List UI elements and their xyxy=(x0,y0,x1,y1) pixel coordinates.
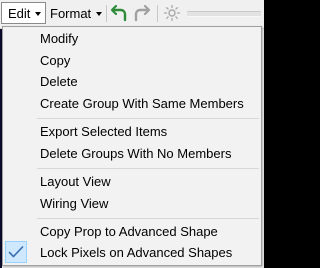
menu-separator xyxy=(37,168,259,169)
menu-item-label: Delete Groups With No Members xyxy=(40,145,232,161)
menu-item-label: Create Group With Same Members xyxy=(40,95,244,111)
format-menu-button[interactable]: Format xyxy=(48,2,103,24)
undo-icon[interactable] xyxy=(110,4,128,22)
menu-item-export-selected-items[interactable]: Export Selected Items xyxy=(5,121,259,141)
menu-item-label: Modify xyxy=(40,30,79,46)
brightness-icon xyxy=(163,4,181,22)
menu-separator xyxy=(37,218,259,219)
chevron-down-icon xyxy=(96,12,103,16)
menu-item-label: Export Selected Items xyxy=(40,123,168,139)
menu-item-label: Copy xyxy=(40,52,71,68)
chevron-down-icon xyxy=(35,12,42,16)
menu-item-wiring-view[interactable]: Wiring View xyxy=(5,193,259,213)
edit-menu-label: Edit xyxy=(8,5,31,21)
brightness-slider[interactable] xyxy=(187,11,261,17)
toolbar: Edit Format xyxy=(0,0,264,29)
menu-item-modify[interactable]: Modify xyxy=(5,28,259,48)
menu-separator xyxy=(37,118,259,119)
menu-item-label: Lock Pixels on Advanced Shapes xyxy=(40,244,233,260)
toolbar-separator xyxy=(106,5,107,22)
format-menu-label: Format xyxy=(50,5,92,21)
edit-menu-button[interactable]: Edit xyxy=(1,2,46,24)
app-window: Edit Format Modify Copy Delete Create Gr… xyxy=(0,0,264,268)
menu-item-create-group-same-members[interactable]: Create Group With Same Members xyxy=(5,93,259,113)
menu-item-delete[interactable]: Delete xyxy=(5,71,259,91)
menu-item-copy-prop-advanced-shape[interactable]: Copy Prop to Advanced Shape xyxy=(5,221,259,241)
menu-item-label: Layout View xyxy=(40,173,111,189)
toolbar-separator xyxy=(157,5,158,22)
redo-icon[interactable] xyxy=(133,4,151,22)
menu-item-label: Delete xyxy=(40,73,78,89)
menu-item-layout-view[interactable]: Layout View xyxy=(5,171,259,191)
edit-dropdown-menu: Modify Copy Delete Create Group With Sam… xyxy=(2,26,262,266)
menu-item-label: Copy Prop to Advanced Shape xyxy=(40,223,218,239)
menu-item-copy[interactable]: Copy xyxy=(5,50,259,70)
menu-item-lock-pixels-advanced-shapes[interactable]: Lock Pixels on Advanced Shapes xyxy=(5,242,259,262)
menu-item-delete-groups-no-members[interactable]: Delete Groups With No Members xyxy=(5,143,259,163)
menu-item-label: Wiring View xyxy=(40,195,109,211)
